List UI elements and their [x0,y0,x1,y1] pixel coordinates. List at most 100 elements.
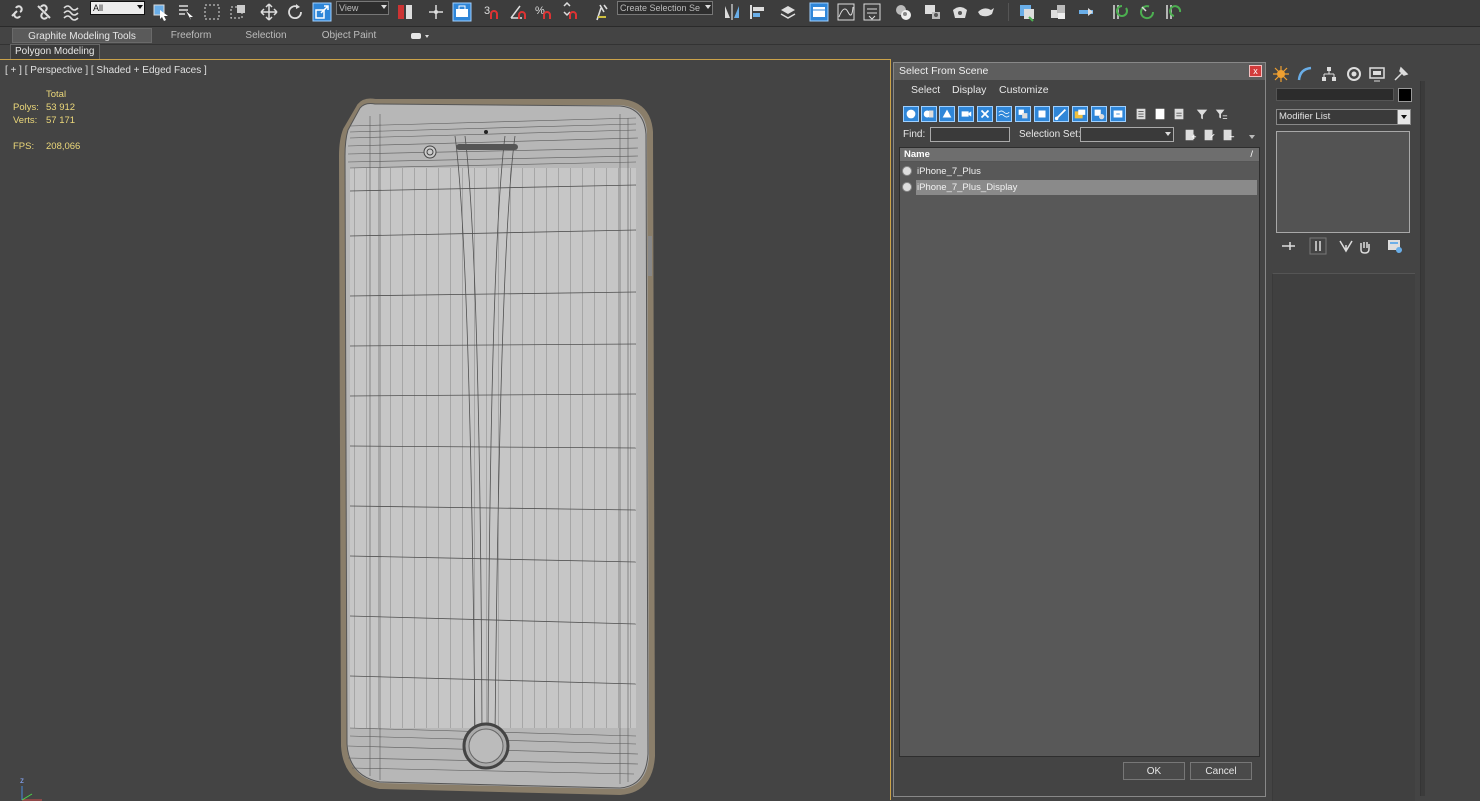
stats-polys-value: 53 912 [46,102,76,113]
add-to-selection-set-icon[interactable] [1201,127,1217,143]
render-setup-icon[interactable] [923,2,943,22]
select-by-name-icon[interactable] [176,2,196,22]
window-crossing-icon[interactable] [228,2,248,22]
extra-tool-2-icon[interactable] [1048,2,1068,22]
scale-icon[interactable] [312,2,332,22]
angle-snap-icon[interactable] [508,2,528,22]
modify-icon[interactable] [1296,65,1314,83]
utilities-icon[interactable] [1392,65,1410,83]
remove-modifier-icon[interactable] [1356,237,1374,255]
snaps-toggle-icon[interactable]: 3 [482,2,502,22]
extra-tool-3-icon[interactable] [1076,2,1096,22]
close-icon[interactable]: x [1249,65,1262,77]
object-name-input[interactable] [1276,88,1394,101]
display-lights-icon[interactable] [939,106,955,122]
display-helpers-icon[interactable] [977,106,993,122]
configure-modifier-sets-icon[interactable] [1386,237,1404,255]
keyboard-shortcut-override-icon[interactable] [452,2,472,22]
extra-tool-4-icon[interactable] [1110,2,1130,22]
display-icon[interactable] [1368,65,1386,83]
ok-button[interactable]: OK [1123,762,1185,780]
command-panel-scrollbar[interactable] [1420,81,1425,796]
rotate-icon[interactable] [285,2,305,22]
named-selection-set-dropdown[interactable]: Create Selection Se [617,1,713,15]
select-and-link-icon[interactable] [8,2,28,22]
extra-tool-5-icon[interactable] [1137,2,1157,22]
spinner-snap-icon[interactable] [560,2,580,22]
viewport-label[interactable]: [ + ] [ Perspective ] [ Shaded + Edged F… [5,65,207,76]
display-shapes-icon[interactable] [921,106,937,122]
display-groups-icon[interactable] [1015,106,1031,122]
filter-icon[interactable] [1194,106,1210,122]
select-none-icon[interactable] [1152,106,1168,122]
display-hidden-icon[interactable] [1110,106,1126,122]
edit-named-selection-icon[interactable] [592,2,612,22]
filter-options-icon[interactable] [1213,106,1229,122]
manage-layers-icon[interactable] [778,2,798,22]
rectangular-selection-icon[interactable] [202,2,222,22]
tab-selection[interactable]: Selection [236,28,296,43]
list-item-iphone-7-plus[interactable]: iPhone_7_Plus [900,164,1259,179]
unlink-selection-icon[interactable] [34,2,54,22]
iphone-wireframe-model[interactable] [330,96,665,796]
bind-to-space-warp-icon[interactable] [61,2,81,22]
menu-customize[interactable]: Customize [999,84,1049,96]
extra-tool-1-icon[interactable] [1017,2,1037,22]
column-header-name[interactable]: Name / [900,148,1259,162]
toolbar-overflow-chevron-icon[interactable] [1249,135,1255,139]
select-all-icon[interactable] [1133,106,1149,122]
geometry-object-icon [902,182,912,192]
display-space-warps-icon[interactable] [996,106,1012,122]
modifier-list-dropdown[interactable]: Modifier List [1276,109,1411,125]
curve-editor-icon[interactable] [836,2,856,22]
motion-icon[interactable] [1345,65,1363,83]
rendered-frame-window-icon[interactable] [950,2,970,22]
display-frozen-icon[interactable] [1091,106,1107,122]
align-icon[interactable] [748,2,768,22]
create-icon[interactable] [1272,65,1290,83]
select-and-manipulate-icon[interactable] [426,2,446,22]
display-cameras-icon[interactable] [958,106,974,122]
reference-coordinate-dropdown[interactable]: View [336,1,389,15]
tab-freeform[interactable]: Freeform [160,28,222,43]
render-production-icon[interactable] [976,2,996,22]
object-color-swatch[interactable] [1398,88,1412,102]
percent-snap-icon[interactable]: % [534,2,554,22]
extra-tool-6-icon[interactable] [1163,2,1183,22]
pivot-center-icon[interactable] [395,2,415,22]
pin-stack-icon[interactable] [1280,237,1298,255]
move-icon[interactable] [259,2,279,22]
schematic-view-icon[interactable] [862,2,882,22]
select-invert-icon[interactable] [1171,106,1187,122]
display-geometry-icon[interactable] [903,106,919,122]
mirror-icon[interactable] [722,2,742,22]
cancel-button[interactable]: Cancel [1190,762,1252,780]
menu-select[interactable]: Select [911,84,940,96]
dialog-title[interactable]: Select From Scene [894,63,1265,80]
perspective-viewport[interactable]: [ + ] [ Perspective ] [ Shaded + Edged F… [0,59,891,801]
svg-text:3: 3 [484,5,490,17]
material-editor-icon[interactable] [893,2,913,22]
selection-set-dropdown[interactable] [1080,127,1174,142]
scene-explorer-icon[interactable] [809,2,829,22]
hierarchy-icon[interactable] [1320,65,1338,83]
selection-filter-dropdown[interactable]: All [90,1,145,15]
display-bones-icon[interactable] [1053,106,1069,122]
ribbon-options-icon[interactable] [410,31,430,41]
find-input[interactable] [930,127,1010,142]
create-selection-set-icon[interactable] [1182,127,1198,143]
display-xrefs-icon[interactable] [1034,106,1050,122]
list-item-iphone-7-plus-display[interactable]: iPhone_7_Plus_Display [900,180,1259,195]
select-object-icon[interactable] [151,2,171,22]
polygon-modeling-button[interactable]: Polygon Modeling [10,44,100,60]
make-unique-icon[interactable] [1337,237,1355,255]
remove-from-selection-set-icon[interactable] [1220,127,1236,143]
tab-graphite-modeling-tools[interactable]: Graphite Modeling Tools [12,28,152,43]
modifier-stack[interactable] [1276,131,1410,233]
scene-object-list[interactable]: Name / iPhone_7_Plus iPhone_7_Plus_Displ… [899,147,1260,757]
tab-object-paint[interactable]: Object Paint [312,28,386,43]
reference-coordinate-value: View [339,3,359,13]
show-end-result-icon[interactable] [1309,237,1327,255]
menu-display[interactable]: Display [952,84,986,96]
display-containers-icon[interactable] [1072,106,1088,122]
